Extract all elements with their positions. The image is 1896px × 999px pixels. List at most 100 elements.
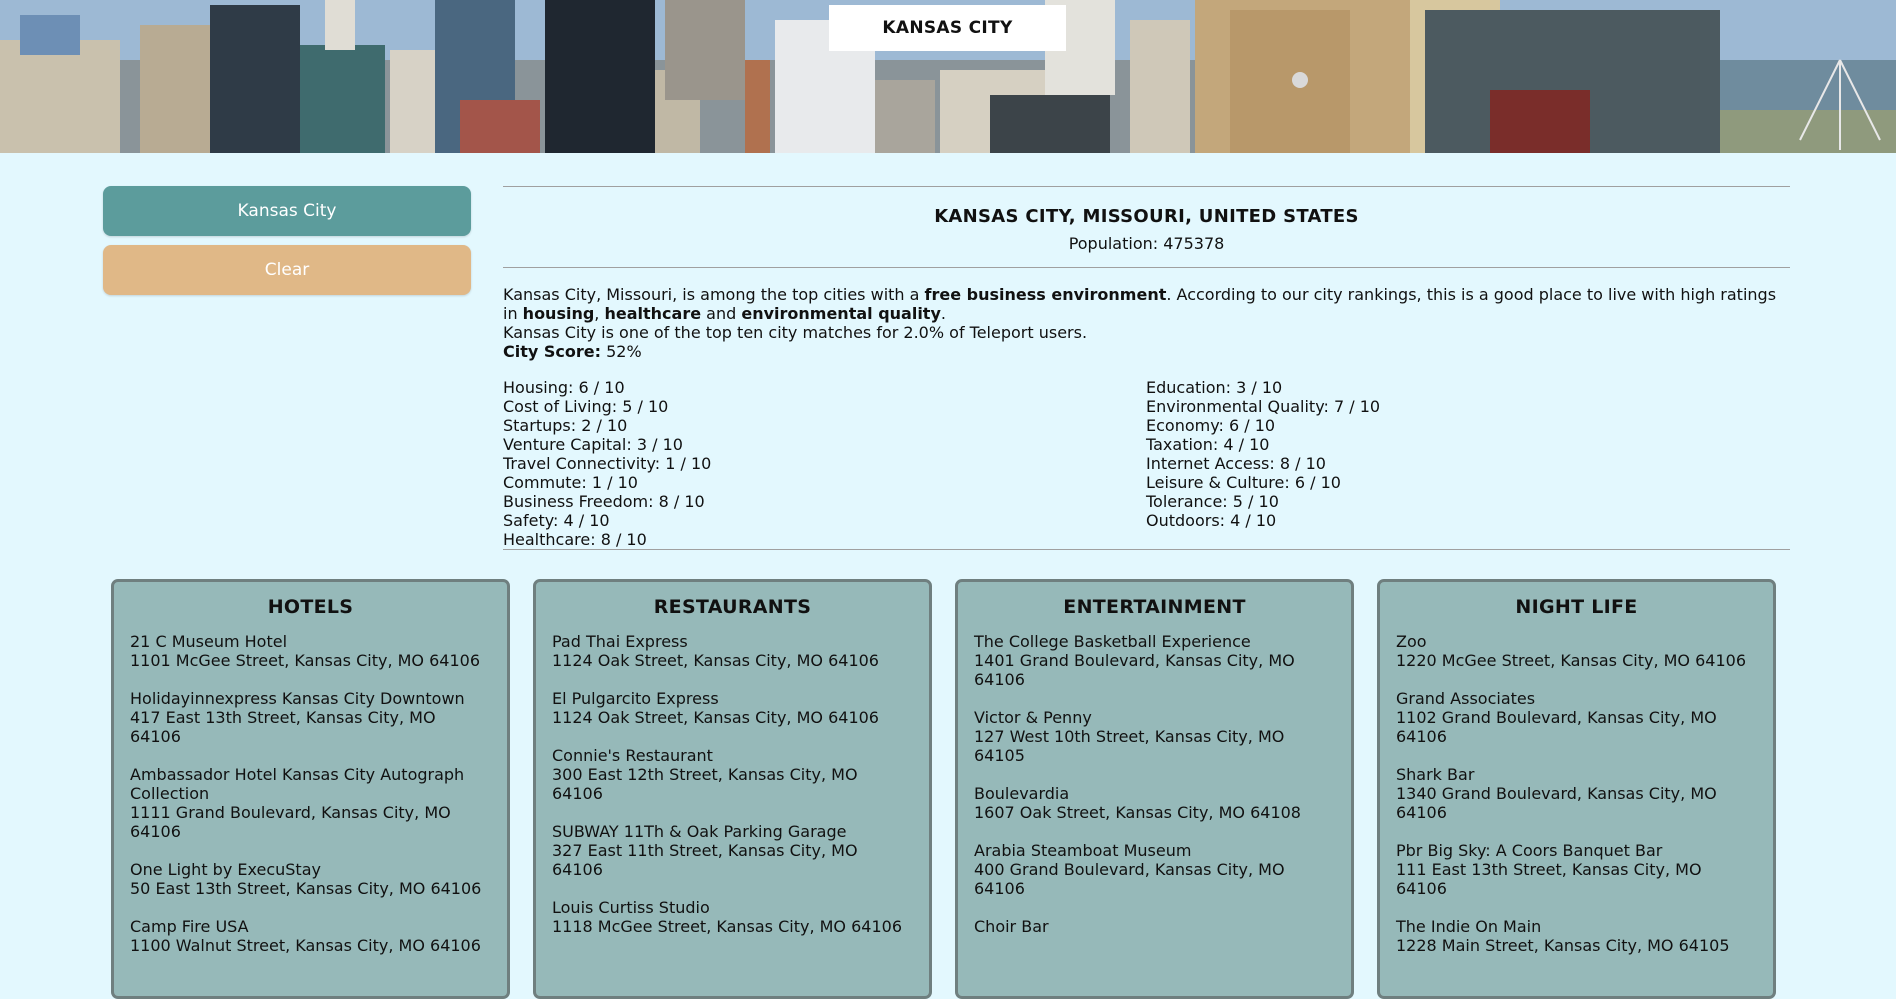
place-name: SUBWAY 11Th & Oak Parking Garage	[552, 822, 847, 841]
place-address: 1220 McGee Street, Kansas City, MO 64106	[1396, 651, 1746, 670]
place-address: 417 East 13th Street, Kansas City, MO 64…	[130, 708, 436, 746]
place-address: 50 East 13th Street, Kansas City, MO 641…	[130, 879, 482, 898]
place-entry[interactable]: Boulevardia 1607 Oak Street, Kansas City,…	[974, 784, 1335, 822]
city-score-value: 52%	[601, 342, 642, 361]
place-name: Connie's Restaurant	[552, 746, 713, 765]
place-address: 1111 Grand Boulevard, Kansas City, MO 64…	[130, 803, 451, 841]
city-heading: KANSAS CITY, MISSOURI, UNITED STATES	[934, 206, 1359, 227]
place-name: Pad Thai Express	[552, 632, 688, 651]
category-score-item: Venture Capital: 3 / 10	[503, 435, 683, 454]
category-score-item: Education: 3 / 10	[1146, 378, 1283, 397]
place-entry[interactable]: Connie's Restaurant 300 East 12th Street,…	[552, 746, 913, 803]
summary-text: Kansas City, Missouri, is among the top …	[503, 285, 925, 304]
place-entry[interactable]: 21 C Museum Hotel 1101 McGee Street, Kans…	[130, 632, 491, 670]
place-address: 327 East 11th Street, Kansas City, MO 64…	[552, 841, 858, 879]
category-score-item: Internet Access: 8 / 10	[1146, 454, 1326, 473]
place-name: Arabia Steamboat Museum	[974, 841, 1192, 860]
heading-divider	[503, 267, 1790, 268]
places-cards: HOTELS 21 C Museum Hotel 1101 McGee Street…	[111, 579, 1781, 999]
category-score-item: Taxation: 4 / 10	[1146, 435, 1270, 454]
place-entry[interactable]: SUBWAY 11Th & Oak Parking Garage 327 East…	[552, 822, 913, 879]
place-entry[interactable]: El Pulgarcito Express 1124 Oak Street, Ka…	[552, 689, 913, 727]
place-name: Grand Associates	[1396, 689, 1536, 708]
place-address: 1118 McGee Street, Kansas City, MO 64106	[552, 917, 902, 936]
place-name: The College Basketball Experience	[974, 632, 1251, 651]
place-entry[interactable]: The College Basketball Experience 1401 Gr…	[974, 632, 1335, 689]
city-summary: Kansas City, Missouri, is among the top …	[503, 285, 1790, 361]
place-name: Pbr Big Sky: A Coors Banquet Bar	[1396, 841, 1663, 860]
place-address: 1101 McGee Street, Kansas City, MO 64106	[130, 651, 480, 670]
place-entry[interactable]: Pad Thai Express 1124 Oak Street, Kansas …	[552, 632, 913, 670]
card-title: ENTERTAINMENT	[1063, 596, 1246, 618]
summary-text: and	[701, 304, 742, 323]
place-entry[interactable]: Louis Curtiss Studio 1118 McGee Street, K…	[552, 898, 913, 936]
banner-city-title: KANSAS CITY	[829, 5, 1066, 51]
place-address: 1401 Grand Boulevard, Kansas City, MO 64…	[974, 651, 1295, 689]
city-search-button[interactable]: Kansas City	[103, 186, 471, 236]
category-score-item: Safety: 4 / 10	[503, 511, 610, 530]
place-address: 1124 Oak Street, Kansas City, MO 64106	[552, 708, 879, 727]
top-divider	[503, 186, 1790, 187]
place-name: El Pulgarcito Express	[552, 689, 719, 708]
place-name: Camp Fire USA	[130, 917, 249, 936]
scores-left-column: Housing: 6 / 10 Cost of Living: 5 / 10 Sta…	[503, 378, 1146, 549]
clear-button[interactable]: Clear	[103, 245, 471, 295]
city-info-panel: KANSAS CITY, MISSOURI, UNITED STATES Pop…	[503, 186, 1790, 550]
teleport-match-text: Kansas City is one of the top ten city m…	[503, 323, 1088, 342]
place-name: Ambassador Hotel Kansas City Autograph C…	[130, 765, 465, 803]
place-name: Zoo	[1396, 632, 1427, 651]
place-address: 1100 Walnut Street, Kansas City, MO 6410…	[130, 936, 481, 955]
place-address: 1607 Oak Street, Kansas City, MO 64108	[974, 803, 1301, 822]
summary-text: ,	[594, 304, 605, 323]
place-entry[interactable]: Grand Associates 1102 Grand Boulevard, Ka…	[1396, 689, 1757, 746]
category-scores: Housing: 6 / 10 Cost of Living: 5 / 10 Sta…	[503, 378, 1790, 549]
place-entry[interactable]: Camp Fire USA 1100 Walnut Street, Kansas …	[130, 917, 491, 955]
place-address: 400 Grand Boulevard, Kansas City, MO 641…	[974, 860, 1285, 898]
category-score-item: Commute: 1 / 10	[503, 473, 638, 492]
place-entry[interactable]: The Indie On Main 1228 Main Street, Kansa…	[1396, 917, 1757, 955]
card-title: NIGHT LIFE	[1515, 596, 1638, 618]
card-title: HOTELS	[267, 596, 354, 618]
place-name: The Indie On Main	[1396, 917, 1542, 936]
place-name: 21 C Museum Hotel	[130, 632, 288, 651]
place-entry[interactable]: Pbr Big Sky: A Coors Banquet Bar 111 East…	[1396, 841, 1757, 898]
city-score: City Score: 52%	[503, 342, 1790, 361]
place-entry[interactable]: Victor & Penny 127 West 10th Street, Kans…	[974, 708, 1335, 765]
summary-text: .	[940, 304, 946, 323]
summary-highlight: free business environment	[924, 285, 1167, 304]
place-name: Shark Bar	[1396, 765, 1475, 784]
place-entry[interactable]: Zoo 1220 McGee Street, Kansas City, MO 64…	[1396, 632, 1757, 670]
place-address: 300 East 12th Street, Kansas City, MO 64…	[552, 765, 858, 803]
place-entry[interactable]: Shark Bar 1340 Grand Boulevard, Kansas Ci…	[1396, 765, 1757, 822]
place-name: Holidayinnexpress Kansas City Downtown	[130, 689, 465, 708]
place-entry[interactable]: Holidayinnexpress Kansas City Downtown 41…	[130, 689, 491, 746]
place-name: Louis Curtiss Studio	[552, 898, 710, 917]
category-score-item: Travel Connectivity: 1 / 10	[503, 454, 712, 473]
place-address: 111 East 13th Street, Kansas City, MO 64…	[1396, 860, 1702, 898]
place-entry[interactable]: Choir Bar	[974, 917, 1335, 936]
category-score-item: Cost of Living: 5 / 10	[503, 397, 669, 416]
entertainment-card: ENTERTAINMENT The College Basketball Expe…	[955, 579, 1354, 999]
place-address: 1124 Oak Street, Kansas City, MO 64106	[552, 651, 879, 670]
population-text: Population: 475378	[1068, 234, 1225, 253]
scores-right-column: Education: 3 / 10 Environmental Quality: …	[1146, 378, 1789, 549]
place-name: Boulevardia	[974, 784, 1070, 803]
place-entry[interactable]: Ambassador Hotel Kansas City Autograph C…	[130, 765, 491, 841]
category-score-item: Environmental Quality: 7 / 10	[1146, 397, 1381, 416]
place-name: Choir Bar	[974, 917, 1049, 936]
place-entry[interactable]: One Light by ExecuStay 50 East 13th Stree…	[130, 860, 491, 898]
summary-highlight: environmental quality	[741, 304, 941, 323]
city-score-label: City Score:	[503, 342, 602, 361]
summary-paragraph: Kansas City, Missouri, is among the top …	[503, 285, 1790, 323]
category-score-item: Outdoors: 4 / 10	[1146, 511, 1277, 530]
card-title: RESTAURANTS	[653, 596, 812, 618]
place-address: 1340 Grand Boulevard, Kansas City, MO 64…	[1396, 784, 1717, 822]
bottom-divider	[503, 549, 1790, 550]
summary-highlight: housing	[522, 304, 595, 323]
place-entry[interactable]: Arabia Steamboat Museum 400 Grand Bouleva…	[974, 841, 1335, 898]
place-address: 127 West 10th Street, Kansas City, MO 64…	[974, 727, 1285, 765]
city-banner-image: KANSAS CITY	[0, 0, 1896, 153]
night-life-card: NIGHT LIFE Zoo 1220 McGee Street, Kansas C…	[1377, 579, 1776, 999]
hotels-card: HOTELS 21 C Museum Hotel 1101 McGee Street…	[111, 579, 510, 999]
category-score-item: Economy: 6 / 10	[1146, 416, 1276, 435]
